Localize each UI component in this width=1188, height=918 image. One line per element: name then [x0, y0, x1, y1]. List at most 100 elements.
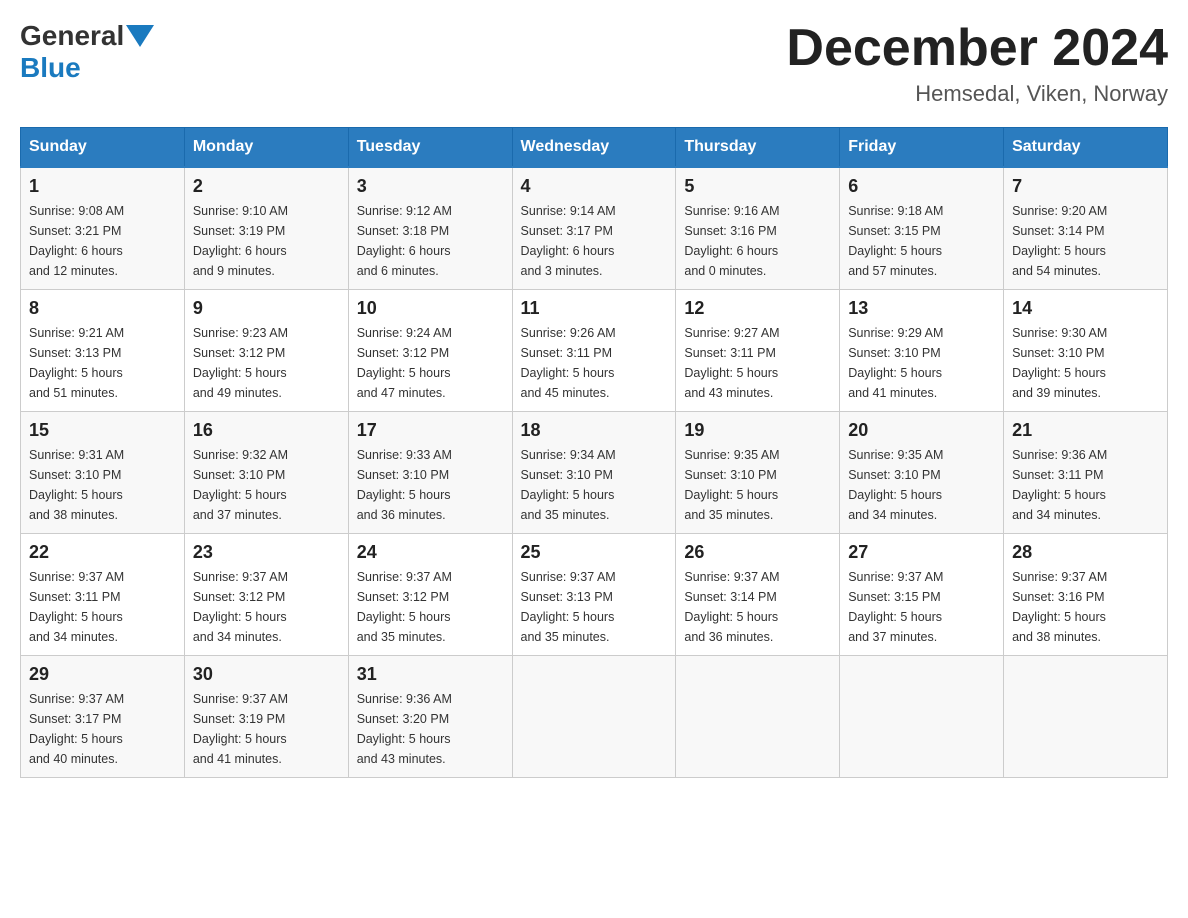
day-number: 8 — [29, 298, 176, 319]
day-number: 26 — [684, 542, 831, 563]
day-number: 23 — [193, 542, 340, 563]
calendar-cell: 25 Sunrise: 9:37 AMSunset: 3:13 PMDayligh… — [512, 534, 676, 656]
calendar-cell: 14Sunrise: 9:30 AMSunset: 3:10 PMDayligh… — [1004, 290, 1168, 412]
calendar-cell: 9Sunrise: 9:23 AMSunset: 3:12 PMDaylight… — [184, 290, 348, 412]
calendar-table: SundayMondayTuesdayWednesdayThursdayFrid… — [20, 127, 1168, 778]
day-info: Sunrise: 9:21 AMSunset: 3:13 PMDaylight:… — [29, 323, 176, 403]
day-number: 19 — [684, 420, 831, 441]
day-number: 11 — [521, 298, 668, 319]
calendar-cell — [676, 656, 840, 778]
day-info: Sunrise: 9:37 AMSunset: 3:12 PMDaylight:… — [357, 567, 504, 647]
day-number: 7 — [1012, 176, 1159, 197]
calendar-cell: 30Sunrise: 9:37 AMSunset: 3:19 PMDayligh… — [184, 656, 348, 778]
calendar-cell: 26 Sunrise: 9:37 AMSunset: 3:14 PMDayligh… — [676, 534, 840, 656]
calendar-cell: 19 Sunrise: 9:35 AMSunset: 3:10 PMDayligh… — [676, 412, 840, 534]
day-info: Sunrise: 9:29 AMSunset: 3:10 PMDaylight:… — [848, 323, 995, 403]
day-number: 12 — [684, 298, 831, 319]
day-number: 22 — [29, 542, 176, 563]
calendar-cell: 10 Sunrise: 9:24 AMSunset: 3:12 PMDayligh… — [348, 290, 512, 412]
calendar-cell: 11 Sunrise: 9:26 AMSunset: 3:11 PMDayligh… — [512, 290, 676, 412]
day-number: 15 — [29, 420, 176, 441]
day-number: 10 — [357, 298, 504, 319]
calendar-cell: 6Sunrise: 9:18 AMSunset: 3:15 PMDaylight… — [840, 167, 1004, 290]
weekday-header-wednesday: Wednesday — [512, 128, 676, 168]
day-number: 17 — [357, 420, 504, 441]
calendar-cell: 27 Sunrise: 9:37 AMSunset: 3:15 PMDayligh… — [840, 534, 1004, 656]
calendar-cell: 21 Sunrise: 9:36 AMSunset: 3:11 PMDayligh… — [1004, 412, 1168, 534]
day-number: 21 — [1012, 420, 1159, 441]
calendar-cell: 16Sunrise: 9:32 AMSunset: 3:10 PMDayligh… — [184, 412, 348, 534]
day-number: 1 — [29, 176, 176, 197]
day-info: Sunrise: 9:37 AMSunset: 3:11 PMDaylight:… — [29, 567, 176, 647]
calendar-cell: 22 Sunrise: 9:37 AMSunset: 3:11 PMDayligh… — [21, 534, 185, 656]
day-info: Sunrise: 9:26 AMSunset: 3:11 PMDaylight:… — [521, 323, 668, 403]
page-header: General Blue December 2024 Hemsedal, Vik… — [20, 20, 1168, 107]
day-number: 27 — [848, 542, 995, 563]
day-number: 18 — [521, 420, 668, 441]
calendar-week-row: 1 Sunrise: 9:08 AMSunset: 3:21 PMDaylight… — [21, 167, 1168, 290]
day-info: Sunrise: 9:23 AMSunset: 3:12 PMDaylight:… — [193, 323, 340, 403]
day-number: 28 — [1012, 542, 1159, 563]
day-info: Sunrise: 9:34 AMSunset: 3:10 PMDaylight:… — [521, 445, 668, 525]
day-number: 29 — [29, 664, 176, 685]
day-info: Sunrise: 9:35 AMSunset: 3:10 PMDaylight:… — [684, 445, 831, 525]
day-info: Sunrise: 9:37 AMSunset: 3:14 PMDaylight:… — [684, 567, 831, 647]
day-info: Sunrise: 9:14 AMSunset: 3:17 PMDaylight:… — [521, 201, 668, 281]
day-info: Sunrise: 9:20 AMSunset: 3:14 PMDaylight:… — [1012, 201, 1159, 281]
weekday-header-monday: Monday — [184, 128, 348, 168]
calendar-cell: 20Sunrise: 9:35 AMSunset: 3:10 PMDayligh… — [840, 412, 1004, 534]
day-info: Sunrise: 9:37 AMSunset: 3:17 PMDaylight:… — [29, 689, 176, 769]
calendar-cell: 5Sunrise: 9:16 AMSunset: 3:16 PMDaylight… — [676, 167, 840, 290]
weekday-header-friday: Friday — [840, 128, 1004, 168]
logo-blue-text: Blue — [20, 52, 81, 83]
day-info: Sunrise: 9:37 AMSunset: 3:15 PMDaylight:… — [848, 567, 995, 647]
day-number: 20 — [848, 420, 995, 441]
calendar-cell: 13 Sunrise: 9:29 AMSunset: 3:10 PMDayligh… — [840, 290, 1004, 412]
day-info: Sunrise: 9:36 AMSunset: 3:20 PMDaylight:… — [357, 689, 504, 769]
day-number: 30 — [193, 664, 340, 685]
day-info: Sunrise: 9:36 AMSunset: 3:11 PMDaylight:… — [1012, 445, 1159, 525]
weekday-header-sunday: Sunday — [21, 128, 185, 168]
calendar-cell: 23 Sunrise: 9:37 AMSunset: 3:12 PMDayligh… — [184, 534, 348, 656]
calendar-body: 1 Sunrise: 9:08 AMSunset: 3:21 PMDaylight… — [21, 167, 1168, 778]
calendar-cell: 1 Sunrise: 9:08 AMSunset: 3:21 PMDaylight… — [21, 167, 185, 290]
calendar-cell — [512, 656, 676, 778]
day-info: Sunrise: 9:10 AMSunset: 3:19 PMDaylight:… — [193, 201, 340, 281]
logo-triangle-icon — [126, 25, 154, 47]
day-number: 14 — [1012, 298, 1159, 319]
day-info: Sunrise: 9:24 AMSunset: 3:12 PMDaylight:… — [357, 323, 504, 403]
day-info: Sunrise: 9:27 AMSunset: 3:11 PMDaylight:… — [684, 323, 831, 403]
calendar-week-row: 8 Sunrise: 9:21 AMSunset: 3:13 PMDaylight… — [21, 290, 1168, 412]
day-info: Sunrise: 9:08 AMSunset: 3:21 PMDaylight:… — [29, 201, 176, 281]
calendar-week-row: 29 Sunrise: 9:37 AMSunset: 3:17 PMDayligh… — [21, 656, 1168, 778]
day-number: 13 — [848, 298, 995, 319]
calendar-cell: 29 Sunrise: 9:37 AMSunset: 3:17 PMDayligh… — [21, 656, 185, 778]
calendar-cell: 15 Sunrise: 9:31 AMSunset: 3:10 PMDayligh… — [21, 412, 185, 534]
day-number: 31 — [357, 664, 504, 685]
calendar-cell: 3Sunrise: 9:12 AMSunset: 3:18 PMDaylight… — [348, 167, 512, 290]
calendar-cell — [840, 656, 1004, 778]
day-number: 25 — [521, 542, 668, 563]
calendar-cell: 12 Sunrise: 9:27 AMSunset: 3:11 PMDayligh… — [676, 290, 840, 412]
calendar-week-row: 15 Sunrise: 9:31 AMSunset: 3:10 PMDayligh… — [21, 412, 1168, 534]
calendar-cell: 24Sunrise: 9:37 AMSunset: 3:12 PMDayligh… — [348, 534, 512, 656]
weekday-header-thursday: Thursday — [676, 128, 840, 168]
logo: General Blue — [20, 20, 156, 84]
calendar-cell: 17Sunrise: 9:33 AMSunset: 3:10 PMDayligh… — [348, 412, 512, 534]
day-info: Sunrise: 9:37 AMSunset: 3:13 PMDaylight:… — [521, 567, 668, 647]
day-number: 5 — [684, 176, 831, 197]
calendar-cell: 7 Sunrise: 9:20 AMSunset: 3:14 PMDaylight… — [1004, 167, 1168, 290]
weekday-header-row: SundayMondayTuesdayWednesdayThursdayFrid… — [21, 128, 1168, 168]
weekday-header-saturday: Saturday — [1004, 128, 1168, 168]
calendar-cell — [1004, 656, 1168, 778]
day-number: 4 — [521, 176, 668, 197]
calendar-cell: 31 Sunrise: 9:36 AMSunset: 3:20 PMDayligh… — [348, 656, 512, 778]
day-number: 2 — [193, 176, 340, 197]
day-info: Sunrise: 9:31 AMSunset: 3:10 PMDaylight:… — [29, 445, 176, 525]
day-info: Sunrise: 9:37 AMSunset: 3:12 PMDaylight:… — [193, 567, 340, 647]
calendar-cell: 4 Sunrise: 9:14 AMSunset: 3:17 PMDaylight… — [512, 167, 676, 290]
day-info: Sunrise: 9:32 AMSunset: 3:10 PMDaylight:… — [193, 445, 340, 525]
calendar-cell: 28Sunrise: 9:37 AMSunset: 3:16 PMDayligh… — [1004, 534, 1168, 656]
day-info: Sunrise: 9:12 AMSunset: 3:18 PMDaylight:… — [357, 201, 504, 281]
day-number: 6 — [848, 176, 995, 197]
